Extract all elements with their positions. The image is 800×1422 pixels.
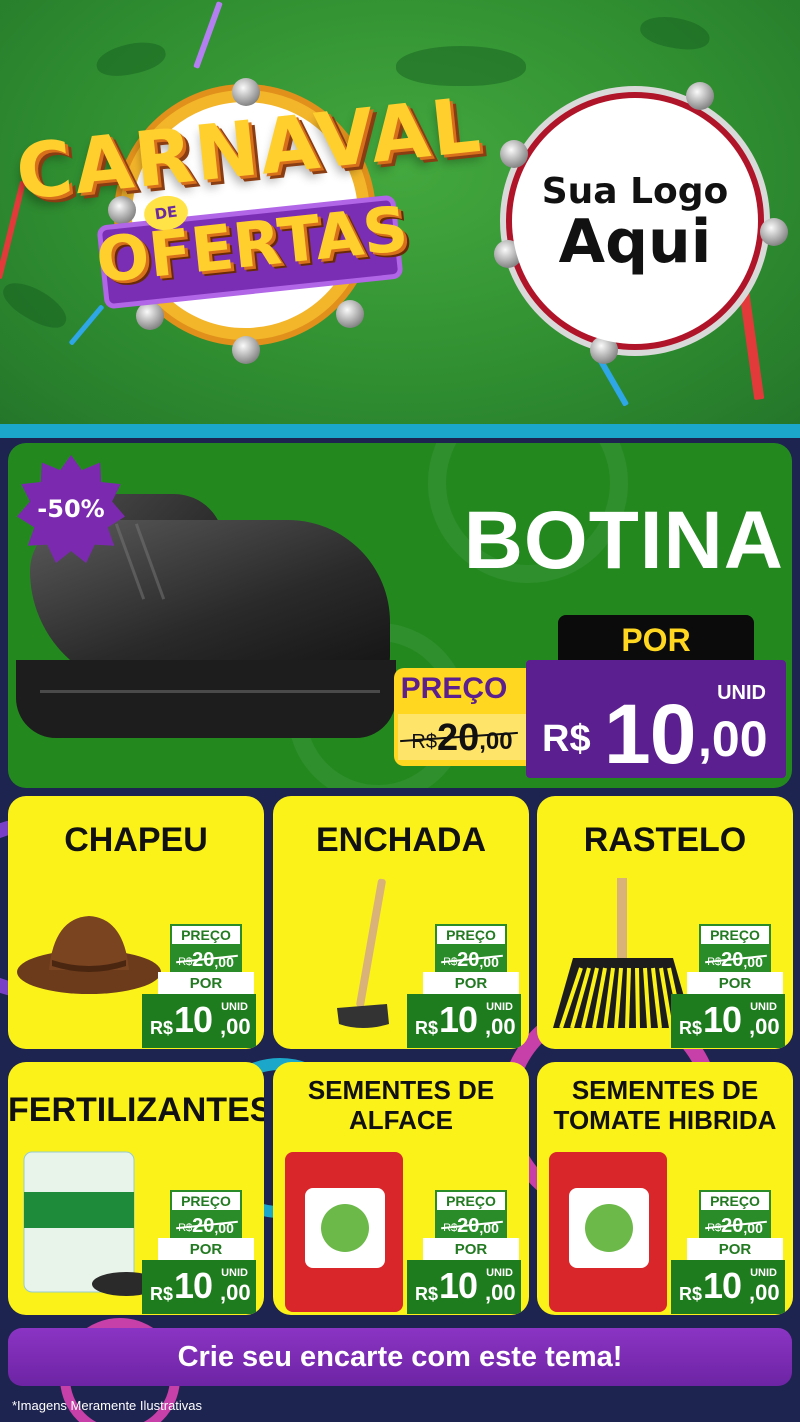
carnival-mask-icon	[0, 274, 73, 336]
product-card-4[interactable]: FERTILIZANTES PREÇO R$20,00 POR UNID R$ …	[8, 1062, 264, 1315]
jingle-icon	[760, 218, 788, 246]
unit-label: UNID	[750, 1001, 777, 1013]
featured-product-name: BOTINA	[463, 495, 784, 586]
product-name: ENCHADA	[316, 821, 486, 859]
streamer	[68, 304, 105, 346]
logo-line-2: Aqui	[558, 206, 712, 277]
new-price-cents: ,00	[485, 1280, 516, 1305]
old-price-value: R$20,00	[699, 1212, 771, 1238]
product-card-5[interactable]: SEMENTES DE ALFACE PREÇO R$20,00 POR UNI…	[273, 1062, 529, 1315]
old-price-value: R$20,00	[170, 946, 242, 972]
fertilizer-bag-icon	[16, 1148, 160, 1302]
product-name: FERTILIZANTES	[8, 1091, 264, 1129]
product-card-1[interactable]: CHAPEU PREÇO R$20,00 POR UNID R$ 10 ,00	[8, 796, 264, 1049]
carnival-header: CARNAVAL DE OFERTAS Sua Logo Aqui	[0, 0, 800, 428]
currency: R$	[542, 718, 591, 760]
boot-stitch	[40, 690, 380, 693]
unit-label: UNID	[486, 1267, 513, 1279]
featured-por-label: POR	[558, 615, 754, 665]
currency: R$	[415, 1018, 439, 1038]
carnival-mask-icon	[93, 37, 169, 81]
new-price: UNID R$ 10 ,00	[407, 994, 521, 1048]
por-label: POR	[423, 1238, 519, 1260]
jingle-icon	[136, 302, 164, 330]
por-label: POR	[687, 972, 783, 994]
new-price-int: 10	[174, 999, 213, 1040]
por-label: POR	[158, 972, 254, 994]
product-name: RASTELO	[583, 821, 747, 859]
old-price-label: PREÇO	[435, 924, 507, 946]
divider-strip	[0, 424, 800, 438]
unit-label: UNID	[486, 1001, 513, 1013]
new-price-cents: ,00	[220, 1280, 251, 1305]
new-price-int: 10	[604, 687, 696, 781]
new-price-int: 10	[439, 999, 478, 1040]
old-price-label: PREÇO	[400, 672, 508, 705]
new-price: UNID R$ 10 ,00	[671, 1260, 785, 1314]
new-price-int: 10	[703, 1265, 742, 1306]
jingle-icon	[336, 300, 364, 328]
unit-label: UNID	[221, 1267, 248, 1279]
product-name: CHAPEU	[64, 821, 208, 859]
currency: R$	[679, 1284, 703, 1304]
old-price-label: PREÇO	[699, 924, 771, 946]
currency: R$	[150, 1284, 174, 1304]
new-price: UNID R$ 10 ,00	[142, 994, 256, 1048]
jingle-icon	[232, 78, 260, 106]
new-price: UNID R$ 10 ,00	[407, 1260, 521, 1314]
old-price-label: PREÇO	[170, 924, 242, 946]
new-price-cents: ,00	[698, 711, 768, 767]
old-price-value: R$20,00	[435, 1212, 507, 1238]
new-price-int: 10	[174, 1265, 213, 1306]
product-card-6[interactable]: SEMENTES DE TOMATE HIBRIDA PREÇO R$20,00…	[537, 1062, 793, 1315]
featured-new-price: UNID R$ 10 ,00	[526, 660, 786, 781]
product-card-2[interactable]: ENCHADA PREÇO R$20,00 POR UNID R$ 10 ,00	[273, 796, 529, 1049]
streamer	[193, 1, 223, 69]
old-price-value: R$20,00	[435, 946, 507, 972]
por-label: POR	[687, 1238, 783, 1260]
old-price-value: R$20,00	[170, 1212, 242, 1238]
hat-icon	[14, 900, 164, 1004]
jingle-icon	[500, 140, 528, 168]
new-price: UNID R$ 10 ,00	[671, 994, 785, 1048]
new-price-int: 10	[439, 1265, 478, 1306]
discount-text: -50%	[37, 495, 105, 523]
currency: R$	[679, 1018, 703, 1038]
disclaimer: *Imagens Meramente Ilustrativas	[12, 1398, 203, 1413]
old-price-label: PREÇO	[435, 1190, 507, 1212]
unit-label: UNID	[750, 1267, 777, 1279]
seed-packet-icon	[545, 1148, 675, 1315]
new-price-int: 10	[703, 999, 742, 1040]
featured-old-price: PREÇO R$ 20 ,00	[394, 668, 526, 766]
new-price-cents: ,00	[749, 1280, 780, 1305]
new-price-cents: ,00	[485, 1014, 516, 1039]
new-price-cents: ,00	[220, 1014, 251, 1039]
carnival-mask-icon	[637, 12, 713, 54]
por-label: POR	[158, 1238, 254, 1260]
boot-sole	[16, 660, 396, 738]
logo-line-1: Sua Logo	[541, 170, 729, 212]
product-card-3[interactable]: RASTELO PREÇO R$20,00 POR UNID R$ 10 ,00	[537, 796, 793, 1049]
carnival-mask-icon	[396, 46, 526, 86]
brand-logo-placeholder[interactable]: Sua Logo Aqui	[512, 98, 758, 344]
currency: R$	[150, 1018, 174, 1038]
jingle-icon	[232, 336, 260, 364]
product-name: SEMENTES DE ALFACE	[307, 1075, 495, 1135]
seed-packet-icon	[281, 1148, 411, 1315]
currency: R$	[415, 1284, 439, 1304]
por-label: POR	[423, 972, 519, 994]
create-flyer-button[interactable]: Crie seu encarte com este tema!	[8, 1328, 792, 1386]
new-price: UNID R$ 10 ,00	[142, 1260, 256, 1314]
unit-label: UNID	[221, 1001, 248, 1013]
product-name: SEMENTES DE TOMATE HIBRIDA	[553, 1075, 777, 1135]
new-price-cents: ,00	[749, 1014, 780, 1039]
old-price-label: PREÇO	[170, 1190, 242, 1212]
unit-label: UNID	[717, 682, 766, 704]
jingle-icon	[686, 82, 714, 110]
old-price-value: R$20,00	[699, 946, 771, 972]
old-price-label: PREÇO	[699, 1190, 771, 1212]
currency: R$	[411, 731, 437, 753]
